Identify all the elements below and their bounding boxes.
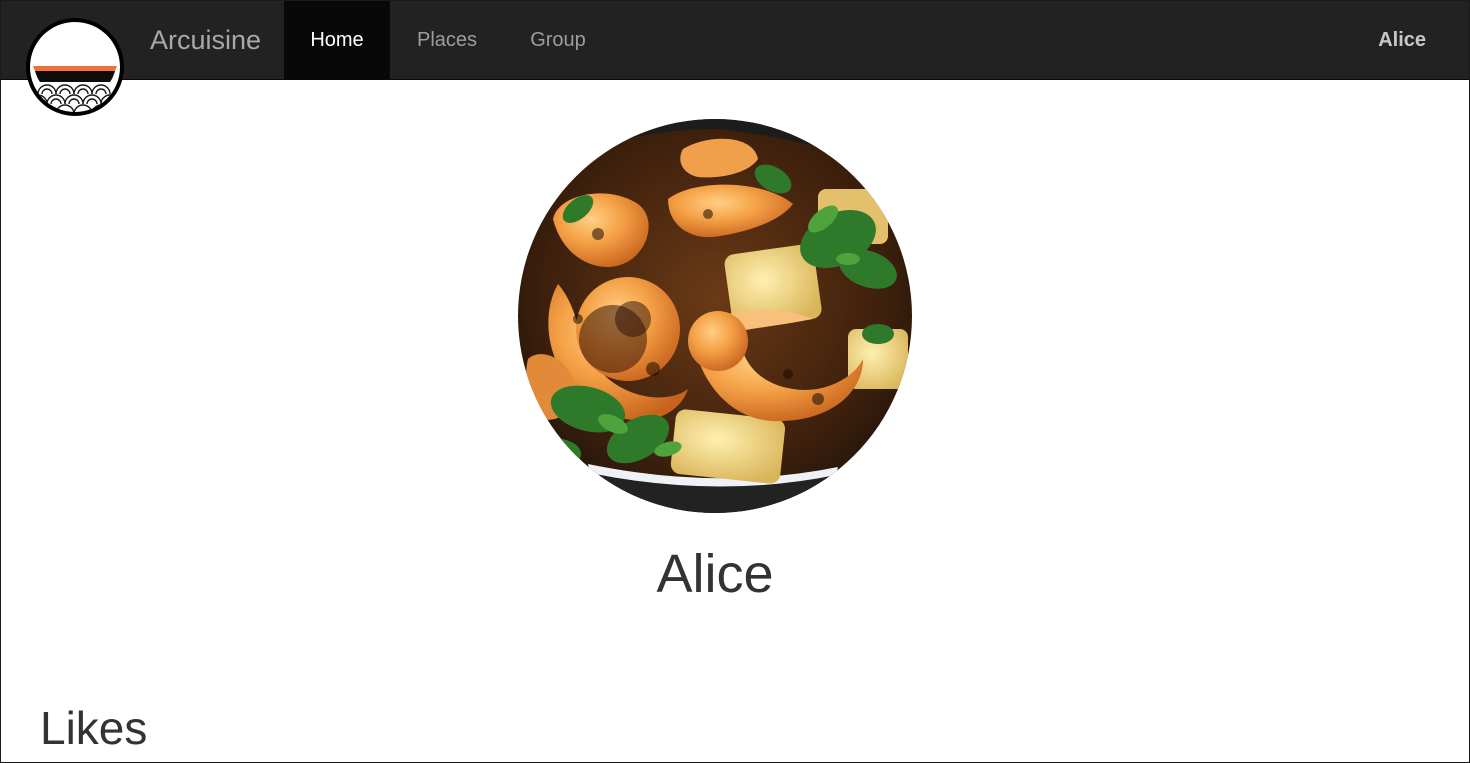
nav-home[interactable]: Home bbox=[284, 1, 390, 79]
likes-heading: Likes bbox=[40, 702, 148, 754]
nav-places[interactable]: Places bbox=[401, 1, 493, 79]
brand-link[interactable]: Arcuisine bbox=[150, 23, 261, 57]
page-frame: Arcuisine Home Places Group Alice Alice … bbox=[0, 0, 1470, 763]
profile-name: Alice bbox=[656, 544, 774, 604]
top-navbar: Arcuisine Home Places Group Alice bbox=[1, 1, 1469, 80]
bowl-waves-logo-icon[interactable] bbox=[24, 16, 126, 118]
profile-avatar bbox=[518, 119, 912, 513]
shrimp-dish-photo bbox=[518, 119, 912, 513]
nav-user-menu[interactable]: Alice bbox=[1378, 1, 1426, 79]
nav-group[interactable]: Group bbox=[514, 1, 602, 79]
